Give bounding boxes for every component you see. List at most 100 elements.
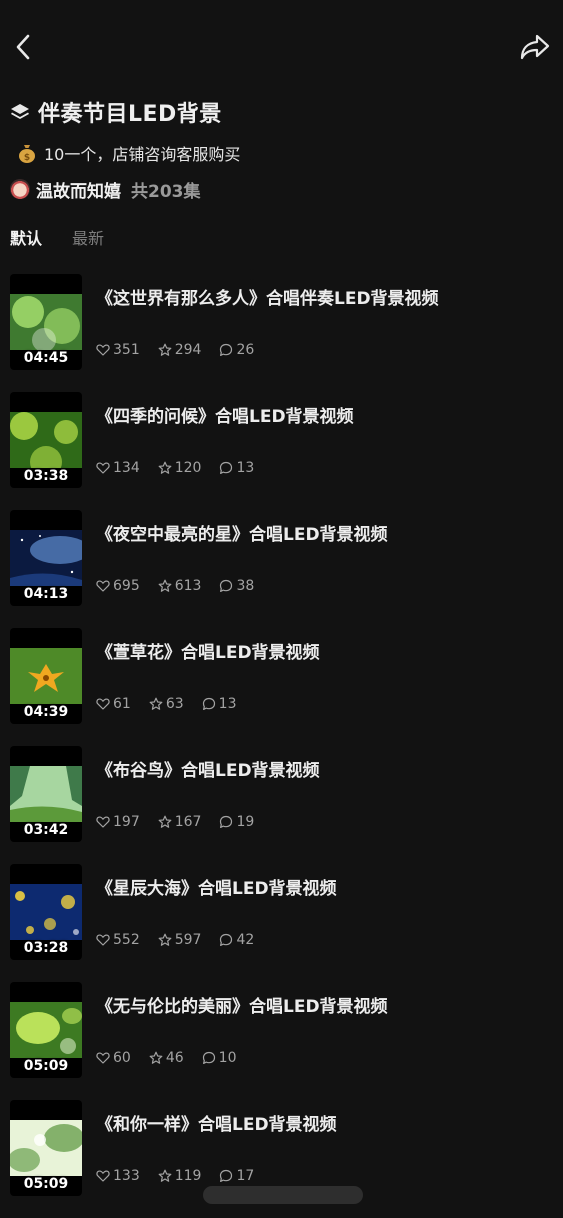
sort-tabs: 默认 最新	[10, 226, 134, 252]
comment-icon	[220, 933, 233, 946]
collection-header: 伴奏节目LED背景 $ 10一个，店铺咨询客服购买 温故而知嬉 共203集	[10, 96, 555, 202]
comment-stat[interactable]: 26	[219, 342, 254, 358]
comment-stat[interactable]: 17	[219, 1168, 254, 1184]
like-stat[interactable]: 60	[96, 1050, 131, 1066]
favorite-stat[interactable]: 119	[158, 1168, 202, 1184]
collection-description: 10一个，店铺咨询客服购买	[44, 145, 241, 164]
like-count: 134	[113, 460, 140, 476]
video-thumbnail[interactable]: 03:28	[10, 864, 82, 960]
author-row[interactable]: 温故而知嬉 共203集	[10, 176, 555, 202]
star-icon	[149, 697, 163, 710]
favorite-stat[interactable]: 120	[158, 460, 201, 476]
video-title[interactable]: 《布谷鸟》合唱LED背景视频	[96, 756, 556, 781]
favorite-stat[interactable]: 167	[158, 814, 202, 830]
video-duration: 03:28	[23, 940, 69, 956]
video-stats: 61 63 13	[96, 696, 254, 712]
favorite-count: 119	[174, 1168, 202, 1184]
comment-stat[interactable]: 38	[219, 578, 254, 594]
video-thumbnail[interactable]: 05:09	[10, 982, 82, 1078]
tab-default[interactable]: 默认	[10, 226, 42, 252]
money-bag-icon: $	[19, 145, 35, 163]
like-count: 60	[113, 1050, 131, 1066]
video-duration: 04:39	[23, 704, 69, 720]
thumbnail-image	[10, 884, 82, 940]
like-count: 351	[113, 342, 140, 358]
layers-icon	[11, 104, 29, 119]
list-item[interactable]: 05:09 《无与伦比的美丽》合唱LED背景视频 60 46 10	[0, 982, 563, 1100]
like-count: 197	[113, 814, 140, 830]
comment-icon	[202, 697, 215, 710]
thumbnail-image	[10, 530, 82, 586]
star-icon	[158, 461, 172, 474]
comment-icon	[220, 815, 233, 828]
video-thumbnail[interactable]: 04:13	[10, 510, 82, 606]
like-stat[interactable]: 695	[96, 578, 140, 594]
comment-count: 19	[236, 814, 255, 830]
video-title[interactable]: 《无与伦比的美丽》合唱LED背景视频	[96, 992, 556, 1017]
favorite-stat[interactable]: 46	[149, 1050, 184, 1066]
video-title[interactable]: 《星辰大海》合唱LED背景视频	[96, 874, 556, 899]
favorite-stat[interactable]: 613	[158, 578, 201, 594]
list-item[interactable]: 03:38 《四季的问候》合唱LED背景视频 134 120 13	[0, 392, 563, 510]
comment-icon	[220, 343, 233, 356]
favorite-stat[interactable]: 63	[149, 696, 184, 712]
video-stats: 133 119 17	[96, 1168, 272, 1184]
video-thumbnail[interactable]: 04:45	[10, 274, 82, 370]
list-item[interactable]: 04:39 《萱草花》合唱LED背景视频 61 63 13	[0, 628, 563, 746]
comment-stat[interactable]: 10	[202, 1050, 237, 1066]
thumbnail-image	[10, 648, 82, 704]
favorite-stat[interactable]: 294	[158, 342, 201, 358]
comment-count: 13	[236, 460, 255, 476]
like-stat[interactable]: 197	[96, 814, 140, 830]
video-list: 04:45 《这世界有那么多人》合唱伴奏LED背景视频 351 294 26 0…	[0, 274, 563, 1218]
list-item[interactable]: 03:28 《星辰大海》合唱LED背景视频 552 597 42	[0, 864, 563, 982]
video-title[interactable]: 《夜空中最亮的星》合唱LED背景视频	[96, 520, 556, 545]
star-icon	[158, 815, 172, 828]
avatar[interactable]	[10, 179, 30, 199]
list-item[interactable]: 04:45 《这世界有那么多人》合唱伴奏LED背景视频 351 294 26	[0, 274, 563, 392]
comment-stat[interactable]: 13	[202, 696, 236, 712]
comment-stat[interactable]: 13	[219, 460, 254, 476]
like-stat[interactable]: 552	[96, 932, 140, 948]
video-thumbnail[interactable]: 03:38	[10, 392, 82, 488]
like-stat[interactable]: 351	[96, 342, 140, 358]
heart-icon	[96, 462, 110, 474]
video-title[interactable]: 《这世界有那么多人》合唱伴奏LED背景视频	[96, 284, 556, 309]
home-indicator[interactable]	[203, 1186, 363, 1204]
favorite-stat[interactable]: 597	[158, 932, 201, 948]
like-count: 552	[113, 932, 140, 948]
like-stat[interactable]: 61	[96, 696, 131, 712]
like-count: 695	[113, 578, 140, 594]
heart-icon	[96, 344, 110, 356]
description-row: $ 10一个，店铺咨询客服购买	[10, 142, 555, 164]
favorite-count: 167	[174, 814, 202, 830]
like-stat[interactable]: 133	[96, 1168, 140, 1184]
comment-stat[interactable]: 42	[219, 932, 254, 948]
share-arrow-icon	[520, 34, 550, 60]
comment-count: 10	[218, 1050, 237, 1066]
title-row: 伴奏节目LED背景	[10, 96, 555, 128]
video-thumbnail[interactable]: 05:09	[10, 1100, 82, 1196]
like-stat[interactable]: 134	[96, 460, 140, 476]
back-button[interactable]	[10, 32, 38, 62]
share-button[interactable]	[519, 32, 551, 62]
list-item[interactable]: 03:42 《布谷鸟》合唱LED背景视频 197 167 19	[0, 746, 563, 864]
video-thumbnail[interactable]: 04:39	[10, 628, 82, 724]
comment-count: 42	[236, 932, 255, 948]
video-title[interactable]: 《四季的问候》合唱LED背景视频	[96, 402, 556, 427]
favorite-count: 46	[165, 1050, 184, 1066]
video-thumbnail[interactable]: 03:42	[10, 746, 82, 842]
comment-icon	[202, 1051, 215, 1064]
author-name[interactable]: 温故而知嬉	[36, 177, 121, 202]
video-title[interactable]: 《和你一样》合唱LED背景视频	[96, 1110, 556, 1135]
video-stats: 351 294 26	[96, 342, 272, 358]
comment-count: 38	[236, 578, 255, 594]
thumbnail-image	[10, 294, 82, 350]
video-stats: 197 167 19	[96, 814, 272, 830]
video-title[interactable]: 《萱草花》合唱LED背景视频	[96, 638, 556, 663]
video-duration: 04:45	[23, 350, 69, 366]
list-item[interactable]: 04:13 《夜空中最亮的星》合唱LED背景视频 695 613 38	[0, 510, 563, 628]
tab-latest[interactable]: 最新	[72, 226, 104, 252]
comment-stat[interactable]: 19	[219, 814, 254, 830]
video-stats: 695 613 38	[96, 578, 272, 594]
